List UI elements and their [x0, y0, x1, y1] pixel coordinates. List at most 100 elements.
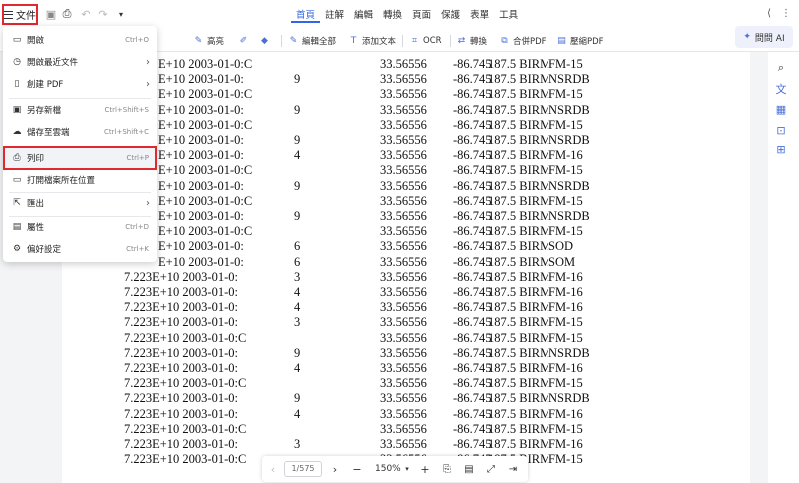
menu-item-label: 開啟: [27, 36, 45, 46]
merge-pdf-tool[interactable]: ⧉ 合併PDF: [499, 33, 546, 49]
menu-item-export[interactable]: ⇱ 匯出 ›: [3, 192, 157, 214]
highlighter-icon: ✎: [194, 36, 203, 46]
fit-page-icon[interactable]: ⎘: [440, 461, 454, 477]
source-cell: FM-16: [548, 269, 583, 284]
station-cell: 187.5 BIRMINGHAM: [488, 391, 548, 406]
menu-item-open[interactable]: ▭ 開啟 Ctrl+O: [3, 29, 157, 51]
table-row: 7.223E+10 2003-01-0:C 33.56556 -86.745187.…: [62, 331, 750, 346]
zoom-dropdown-icon[interactable]: ▾: [403, 461, 411, 477]
eraser-tool[interactable]: ◆: [259, 33, 270, 49]
menu-item-label: 打開檔案所在位置: [27, 176, 96, 186]
pen-tool[interactable]: ✐: [238, 33, 249, 49]
page-layout-icon[interactable]: ▤: [462, 461, 476, 477]
zoom-in-icon[interactable]: +: [418, 461, 432, 477]
source-cell: SOD: [548, 239, 574, 254]
table-row: 7.223E+10 2003-01-0:C 33.56556 -86.745187.…: [62, 376, 750, 391]
present-icon[interactable]: ⇥: [506, 461, 520, 477]
undo-icon[interactable]: ↶: [79, 7, 93, 21]
menu-item-print[interactable]: ⎙ 列印 Ctrl+P: [3, 146, 157, 170]
source-cell: FM-16: [548, 285, 583, 299]
table-row: E+10 2003-01-0:C 33.56556 -86.745 187.5 BIR…: [62, 224, 750, 239]
station-cell: 187.5 BIRMINGHAM: [488, 406, 548, 421]
tab-protect[interactable]: 保護: [436, 8, 465, 23]
source-cell: FM-15: [548, 57, 583, 71]
save-icon[interactable]: ▣: [44, 7, 58, 21]
create-pdf-icon: ▯: [14, 79, 20, 89]
menu-item-save-to-cloud[interactable]: ☁ 儲存至雲端 Ctrl+Shift+C: [3, 121, 157, 143]
table-row: E+10 2003-01-0:C 33.56556 -86.745 187.5 BIR…: [62, 87, 750, 102]
source-cell: NSRDB: [548, 72, 590, 87]
station-cell: 187.5 BIRMINGHAM: [488, 269, 548, 284]
translate-icon[interactable]: 文: [773, 81, 789, 97]
menu-item-create-pdf[interactable]: ▯ 創建 PDF ›: [3, 73, 157, 95]
toolbar-divider: [281, 35, 282, 47]
compress-pdf-tool[interactable]: ▤ 壓縮PDF: [556, 33, 604, 49]
menu-item-preferences[interactable]: ⚙ 偏好設定 Ctrl+K: [3, 238, 157, 260]
add-text-tool[interactable]: T 添加文本: [348, 33, 396, 49]
compare-icon[interactable]: ▦: [773, 101, 789, 117]
longitude-cell: -86.745: [453, 391, 492, 406]
menu-item-properties[interactable]: ▤ 屬性 Ctrl+D: [3, 216, 157, 238]
tab-comment[interactable]: 註解: [320, 8, 349, 23]
station-cell: 187.5 BIRMINGHAM: [488, 285, 548, 299]
print-icon[interactable]: ⎙: [60, 7, 74, 21]
latitude-cell: 33.56556: [380, 406, 427, 421]
longitude-cell: -86.745: [453, 209, 492, 223]
zoom-level[interactable]: 150%: [375, 461, 401, 477]
zoom-out-icon[interactable]: −: [350, 461, 364, 477]
station-cell: 187.5 BIRMINGHAM: [488, 87, 548, 102]
code-cell: 6: [294, 239, 301, 254]
tab-page[interactable]: 頁面: [407, 8, 436, 23]
tab-convert[interactable]: 轉換: [378, 8, 407, 23]
code-cell: 4: [294, 300, 301, 315]
menu-item-open-recent[interactable]: ◷ 開啟最近文件 ›: [3, 51, 157, 73]
convert-icon: ⇄: [457, 36, 466, 46]
latitude-cell: 33.56556: [380, 193, 427, 208]
table-row: E+10 2003-01-0:C 33.56556 -86.745 187.5 BIR…: [62, 118, 750, 133]
menu-item-save-as[interactable]: ▣ 另存新檔 Ctrl+Shift+S: [3, 99, 157, 121]
redo-icon[interactable]: ↷: [96, 7, 110, 21]
right-sidebar: ⌕ 文 ▦ ⊡ ⊞: [768, 52, 799, 483]
fullscreen-icon[interactable]: ⤢: [484, 461, 498, 477]
menu-item-label: 開啟最近文件: [27, 58, 79, 68]
timestamp-cell: E+10 2003-01-0:: [158, 178, 244, 193]
ocr-tool[interactable]: ⌗ OCR: [409, 33, 442, 49]
convert-tool[interactable]: ⇄ 轉換: [456, 33, 487, 49]
station-cell: 187.5 BIRMINGHAM: [488, 361, 548, 375]
capture-icon[interactable]: ⊞: [773, 141, 789, 157]
source-cell: SOM: [548, 254, 576, 269]
export-icon: ⇱: [13, 198, 21, 208]
compress-pdf-label: 壓縮PDF: [570, 37, 604, 47]
properties-icon: ▤: [12, 222, 22, 232]
share-icon[interactable]: ⟨: [767, 8, 771, 19]
file-menu-button[interactable]: 文件: [2, 4, 38, 25]
code-cell: 9: [294, 102, 301, 117]
longitude-cell: -86.745: [453, 315, 492, 330]
page-number-input[interactable]: 1/575: [284, 461, 322, 477]
ask-ai-button[interactable]: ✦ 問問 AI: [735, 26, 793, 48]
menu-item-open-file-location[interactable]: ▭ 打開檔案所在位置: [3, 169, 157, 191]
latitude-cell: 33.56556: [380, 178, 427, 193]
highlight-tool[interactable]: ✎ 高亮: [193, 33, 224, 49]
timestamp-cell: E+10 2003-01-0:: [158, 254, 244, 269]
table-row: E+10 2003-01-0: 9 33.56556 -86.745 187.5 BIR…: [62, 179, 750, 194]
source-cell: FM-16: [548, 361, 583, 375]
edit-all-tool[interactable]: ✎ 編輯全部: [288, 33, 336, 49]
latitude-cell: 33.56556: [380, 117, 427, 132]
code-cell: 9: [294, 178, 301, 193]
tab-tools[interactable]: 工具: [494, 8, 523, 23]
scan-icon[interactable]: ⊡: [773, 122, 789, 138]
tab-edit[interactable]: 編輯: [349, 8, 378, 23]
timestamp-cell: E+10 2003-01-0:C: [158, 224, 253, 239]
search-icon[interactable]: ⌕: [773, 60, 789, 76]
tab-form[interactable]: 表單: [465, 8, 494, 23]
menu-item-shortcut: Ctrl+O: [125, 36, 149, 44]
latitude-cell: 33.56556: [380, 376, 427, 391]
timestamp-cell: 7.223E+10 2003-01-0:: [124, 345, 238, 360]
tab-home[interactable]: 首頁: [291, 8, 321, 23]
quick-access-dropdown-icon[interactable]: ▾: [114, 7, 128, 21]
prev-page-icon[interactable]: ‹: [266, 461, 280, 477]
timestamp-cell: E+10 2003-01-0:: [158, 72, 244, 87]
more-icon[interactable]: ⋮: [781, 8, 791, 19]
next-page-icon[interactable]: ›: [328, 461, 342, 477]
